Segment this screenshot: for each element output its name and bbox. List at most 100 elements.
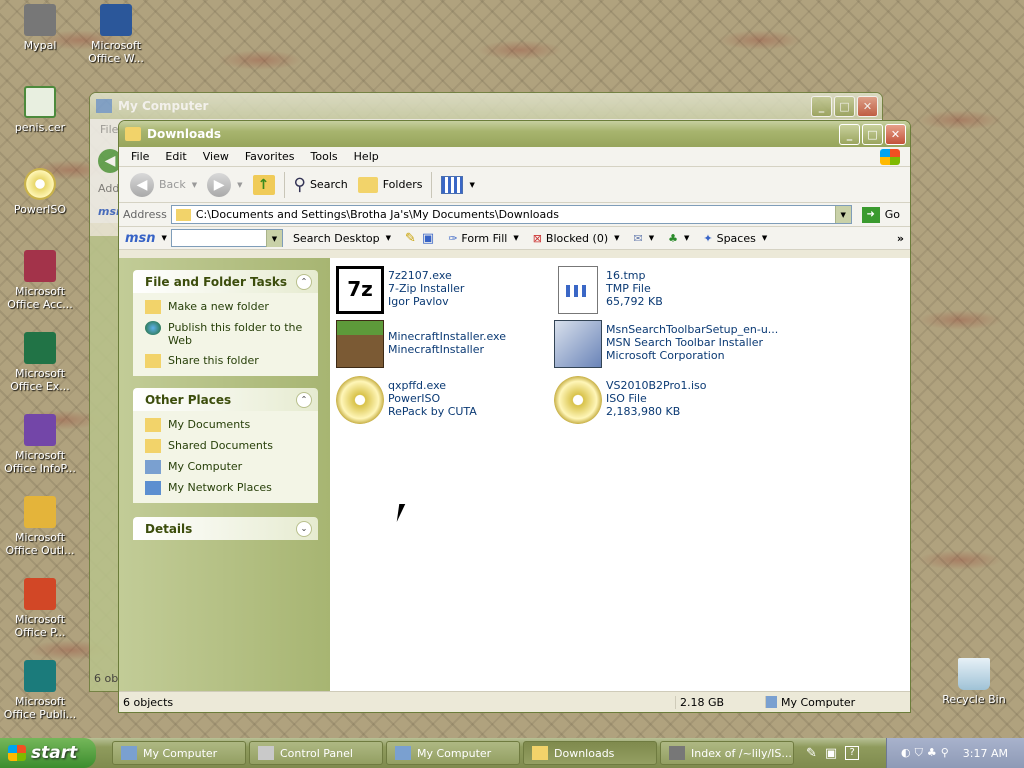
desktop-icon-cert[interactable]: penis.cer: [0, 86, 80, 134]
taskbar-item-label: Downloads: [554, 746, 615, 760]
address-value: C:\Documents and Settings\Brotha Ja's\My…: [195, 208, 559, 221]
taskbar-item-my-computer[interactable]: My Computer: [112, 741, 246, 765]
form-fill-button[interactable]: ✑ Form Fill ▼: [448, 232, 519, 245]
close-button[interactable]: ✕: [857, 95, 878, 117]
menu-tools[interactable]: Tools: [303, 150, 346, 163]
minimize-button[interactable]: _: [811, 95, 832, 117]
desktop-icon-recycle-bin[interactable]: Recycle Bin: [934, 658, 1014, 706]
go-button[interactable]: ➜ Go: [856, 206, 906, 223]
menu-edit[interactable]: Edit: [157, 150, 194, 163]
desktop-icon-label: penis.cer: [14, 121, 66, 134]
menu-file[interactable]: File: [123, 150, 157, 163]
collapse-icon[interactable]: ⌃: [296, 273, 312, 290]
desktop-icon-label: Recycle Bin: [942, 693, 1006, 706]
my-documents-link[interactable]: My Documents: [145, 418, 310, 432]
windows-flag-icon: [8, 745, 26, 761]
search-button[interactable]: ⚲ Search: [289, 171, 353, 199]
msn-logo[interactable]: msn ▼: [125, 231, 167, 246]
file-name: VS2010B2Pro1.iso: [606, 379, 707, 392]
details-panel: Details ⌄: [133, 517, 318, 540]
desktop-icon-publisher[interactable]: Microsoft Office Publi...: [0, 660, 80, 721]
title-bar[interactable]: My Computer _ □ ✕: [90, 93, 882, 119]
my-network-places-link[interactable]: My Network Places: [145, 481, 310, 495]
desktop-icon-label: Microsoft Office Ex...: [10, 367, 70, 393]
menu-help[interactable]: Help: [346, 150, 387, 163]
up-button[interactable]: ↑: [248, 171, 280, 199]
desktop-icon-powerpoint[interactable]: Microsoft Office P...: [0, 578, 80, 639]
file-item[interactable]: VS2010B2Pro1.iso ISO File 2,183,980 KB: [554, 376, 774, 424]
panel-header[interactable]: Other Places ⌃: [133, 388, 318, 411]
file-item[interactable]: qxpffd.exe PowerISO RePack by CUTA: [336, 376, 556, 424]
file-item[interactable]: MinecraftInstaller.exe MinecraftInstaller: [336, 320, 556, 368]
folder-icon: [145, 418, 161, 432]
close-button[interactable]: ✕: [885, 123, 906, 145]
file-item[interactable]: 16.tmp TMP File 65,792 KB: [554, 266, 774, 314]
toolbar-chevron-icon[interactable]: »: [897, 232, 904, 245]
back-button[interactable]: ◀ Back ▼: [125, 171, 202, 199]
minimize-button[interactable]: _: [839, 123, 860, 145]
menu-view[interactable]: View: [195, 150, 237, 163]
taskbar-item-control-panel[interactable]: Control Panel: [249, 741, 383, 765]
publish-folder-link[interactable]: Publish this folder to the Web: [145, 321, 310, 347]
file-item[interactable]: 7z 7z2107.exe 7-Zip Installer Igor Pavlov: [336, 266, 556, 314]
raccoon-icon: [24, 4, 56, 36]
taskbar-item-browser[interactable]: Index of /~lily/IS...: [660, 741, 794, 765]
file-name: qxpffd.exe: [388, 379, 447, 392]
taskbar-item-my-computer-2[interactable]: My Computer: [386, 741, 520, 765]
desktop-icon-poweriso[interactable]: PowerISO: [0, 168, 80, 216]
screen-icon[interactable]: ▣: [825, 746, 837, 761]
msn-search-input[interactable]: ▼: [170, 229, 283, 247]
form-fill-label: Form Fill: [461, 231, 508, 245]
address-dropdown-button[interactable]: ▼: [834, 206, 851, 223]
highlight-button[interactable]: ✎ ▣: [405, 231, 434, 246]
taskbar-item-downloads[interactable]: Downloads: [523, 741, 657, 765]
desktop-icon-mypal[interactable]: Mypal: [0, 4, 80, 52]
share-folder-link[interactable]: Share this folder: [145, 354, 310, 368]
messenger-button[interactable]: ♣ ▼: [668, 232, 689, 245]
menu-file[interactable]: File: [100, 123, 118, 136]
panel-header[interactable]: File and Folder Tasks ⌃: [133, 270, 318, 293]
downloads-window[interactable]: Downloads _ □ ✕ File Edit View Favorites…: [118, 120, 911, 713]
forward-button[interactable]: ▶ ▼: [202, 171, 247, 199]
popup-blocker-button[interactable]: ⊠ Blocked (0) ▼: [533, 232, 620, 245]
help-icon[interactable]: ?: [845, 745, 860, 760]
collapse-icon[interactable]: ⌃: [296, 391, 312, 408]
expand-icon[interactable]: ⌄: [296, 520, 312, 537]
menu-favorites[interactable]: Favorites: [237, 150, 303, 163]
spaces-button[interactable]: ✦ Spaces ▼: [703, 232, 767, 245]
views-button[interactable]: ▼: [436, 171, 479, 199]
mail-button[interactable]: ✉ ▼: [634, 232, 655, 245]
desktop-icon-word[interactable]: Microsoft Office W...: [76, 4, 156, 65]
file-info: 65,792 KB: [606, 295, 663, 308]
address-input[interactable]: C:\Documents and Settings\Brotha Ja's\My…: [170, 205, 852, 224]
desktop-icon-excel[interactable]: Microsoft Office Ex...: [0, 332, 80, 393]
file-item[interactable]: MsnSearchToolbarSetup_en-u... MSN Search …: [554, 320, 814, 368]
desktop-icon-outlook[interactable]: Microsoft Office Outl...: [0, 496, 80, 557]
certificate-icon: [24, 86, 56, 118]
file-list[interactable]: 7z 7z2107.exe 7-Zip Installer Igor Pavlov …: [330, 258, 910, 691]
maximize-button[interactable]: □: [862, 123, 883, 145]
disc-icon: [24, 168, 56, 200]
clock[interactable]: 3:17 AM: [963, 747, 1008, 760]
desktop-icon-access[interactable]: Microsoft Office Acc...: [0, 250, 80, 311]
shared-documents-link[interactable]: Shared Documents: [145, 439, 310, 453]
maximize-button[interactable]: □: [834, 95, 855, 117]
desktop-icon-label: Microsoft Office InfoP...: [4, 449, 76, 475]
folders-button[interactable]: Folders: [353, 171, 428, 199]
panel-title: File and Folder Tasks: [145, 274, 288, 289]
search-desktop-button[interactable]: Search Desktop ▼: [293, 232, 391, 245]
make-new-folder-link[interactable]: Make a new folder: [145, 300, 310, 314]
title-bar[interactable]: Downloads _ □ ✕: [119, 121, 910, 147]
infopath-icon: [24, 414, 56, 446]
desktop-icon-infopath[interactable]: Microsoft Office InfoP...: [0, 414, 80, 475]
tool-icon[interactable]: ✎: [806, 746, 817, 761]
link-label: Publish this folder to the Web: [168, 321, 303, 347]
my-computer-link[interactable]: My Computer: [145, 460, 310, 474]
tray-icons[interactable]: ◐⛉♣⚲: [901, 746, 953, 760]
start-button[interactable]: start: [0, 738, 96, 768]
7z-icon: 7z: [336, 266, 384, 314]
panel-header[interactable]: Details ⌄: [133, 517, 318, 540]
msn-search-dropdown[interactable]: ▼: [265, 230, 282, 247]
status-object-count: 6 objects: [123, 695, 174, 709]
folder-icon: [175, 208, 191, 221]
